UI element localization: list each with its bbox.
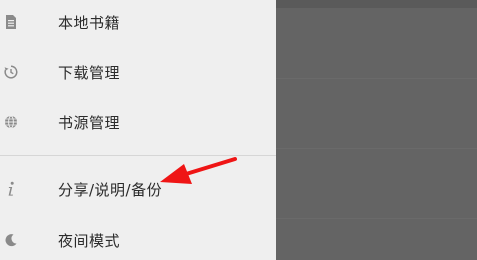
info-icon <box>2 180 20 198</box>
drawer-item-book-source-manager[interactable]: 书源管理 <box>0 102 276 142</box>
content-row-divider <box>276 78 477 79</box>
drawer-divider <box>0 155 276 156</box>
navigation-drawer: 本地书籍 下载管理 书源管理 分享/说明/备份 夜间模式 <box>0 0 276 260</box>
drawer-item-local-books[interactable]: 本地书籍 <box>0 2 276 42</box>
app-bar-shadow <box>276 0 477 8</box>
drawer-item-label: 书源管理 <box>58 113 121 132</box>
drawer-item-download-manager[interactable]: 下载管理 <box>0 52 276 92</box>
moon-icon <box>2 231 20 249</box>
file-icon <box>2 13 20 31</box>
drawer-item-label: 分享/说明/备份 <box>58 180 163 199</box>
drawer-item-label: 夜间模式 <box>58 231 121 250</box>
content-row-divider <box>276 148 477 149</box>
history-icon <box>2 63 20 81</box>
globe-icon <box>2 113 20 131</box>
drawer-item-label: 本地书籍 <box>58 13 121 32</box>
drawer-item-share-help-backup[interactable]: 分享/说明/备份 <box>0 169 276 209</box>
drawer-scrim[interactable] <box>276 0 477 260</box>
content-row-divider <box>276 218 477 219</box>
drawer-item-label: 下载管理 <box>58 63 121 82</box>
drawer-item-night-mode[interactable]: 夜间模式 <box>0 220 276 260</box>
